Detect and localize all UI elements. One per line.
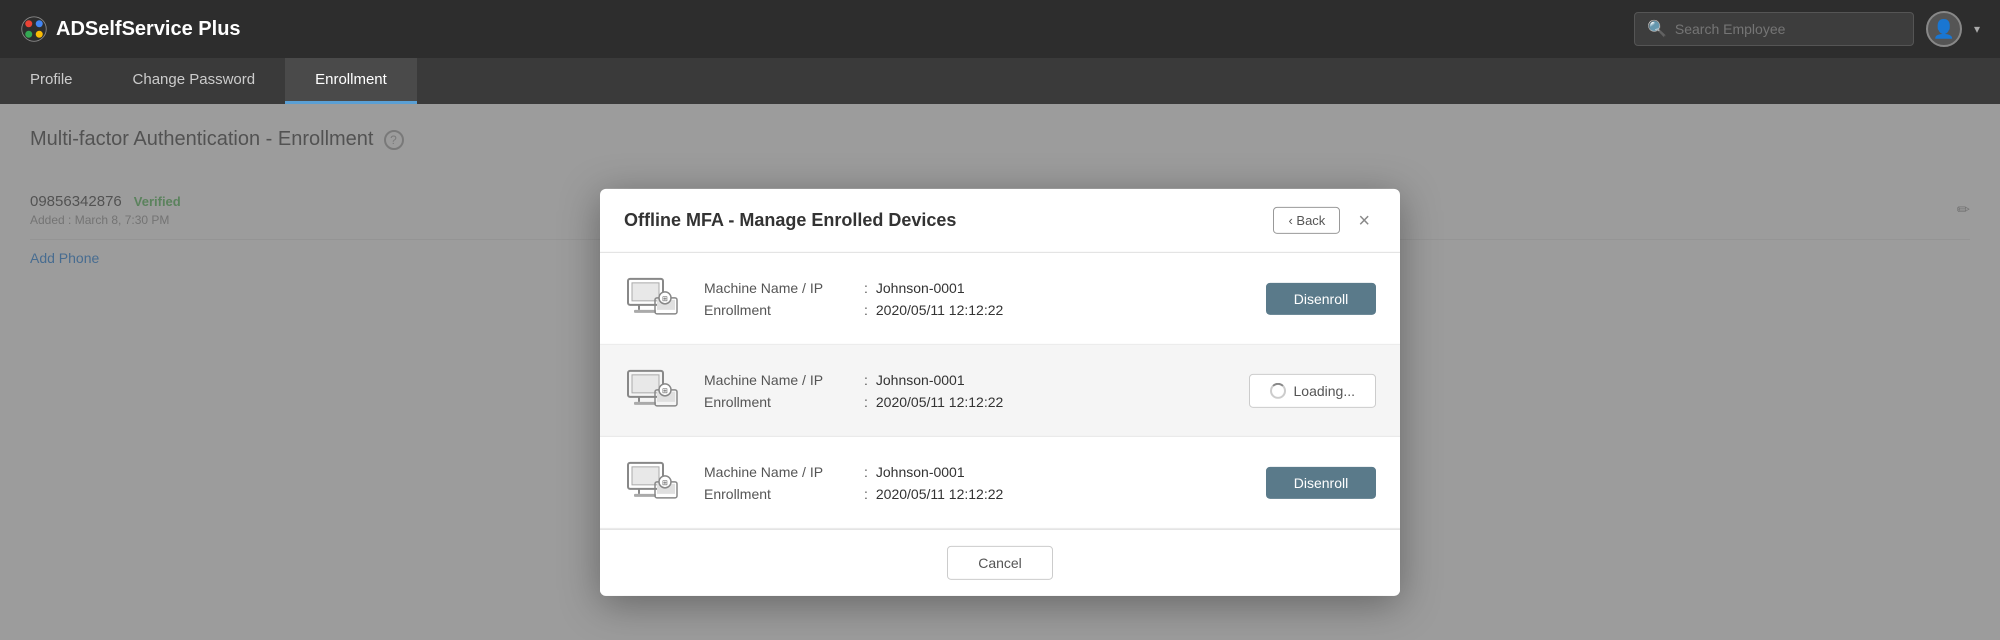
enrollment-value: 2020/05/11 12:12:22: [876, 485, 1003, 501]
search-box[interactable]: 🔍: [1634, 12, 1914, 46]
user-avatar[interactable]: 👤: [1926, 11, 1962, 47]
machine-name-label: Machine Name / IP: [704, 371, 864, 387]
cancel-button[interactable]: Cancel: [947, 546, 1053, 580]
enrollment-label: Enrollment: [704, 485, 864, 501]
main-content: Multi-factor Authentication - Enrollment…: [0, 104, 2000, 640]
enrollment-value: 2020/05/11 12:12:22: [876, 393, 1003, 409]
close-button[interactable]: ×: [1352, 208, 1376, 232]
svg-text:⊞: ⊞: [662, 479, 668, 486]
navbar: ADSelfService Plus 🔍 👤 ▾: [0, 0, 2000, 58]
brand: ADSelfService Plus: [20, 15, 241, 43]
modal-header: Offline MFA - Manage Enrolled Devices ‹ …: [600, 189, 1400, 253]
device-list: ⊞ Machine Name / IP : Johnson-0001 Enrol…: [600, 253, 1400, 529]
navbar-right: 🔍 👤 ▾: [1634, 11, 1980, 47]
device-item: ⊞ Machine Name / IP : Johnson-0001 Enrol…: [600, 437, 1400, 529]
search-input[interactable]: [1675, 21, 1901, 37]
loading-indicator: Loading...: [1249, 373, 1377, 407]
device-info-3: Machine Name / IP : Johnson-0001 Enrollm…: [704, 463, 1246, 501]
device-icon-2: ⊞: [624, 363, 684, 418]
machine-name-value: Johnson-0001: [876, 279, 965, 295]
enrollment-value: 2020/05/11 12:12:22: [876, 301, 1003, 317]
machine-name-value: Johnson-0001: [876, 371, 965, 387]
tab-enrollment[interactable]: Enrollment: [285, 58, 417, 104]
tab-profile[interactable]: Profile: [0, 58, 103, 104]
modal-footer: Cancel: [600, 529, 1400, 596]
brand-name: ADSelfService Plus: [56, 18, 241, 41]
modal-title: Offline MFA - Manage Enrolled Devices: [624, 210, 956, 231]
machine-name-label: Machine Name / IP: [704, 463, 864, 479]
spinner-icon: [1270, 382, 1286, 398]
enrollment-label: Enrollment: [704, 393, 864, 409]
device-info-2: Machine Name / IP : Johnson-0001 Enrollm…: [704, 371, 1229, 409]
modal-dialog: Offline MFA - Manage Enrolled Devices ‹ …: [600, 189, 1400, 596]
disenroll-button-1[interactable]: Disenroll: [1266, 282, 1376, 314]
enrollment-label: Enrollment: [704, 301, 864, 317]
tab-bar: Profile Change Password Enrollment: [0, 58, 2000, 104]
disenroll-button-3[interactable]: Disenroll: [1266, 466, 1376, 498]
tab-change-password[interactable]: Change Password: [103, 58, 286, 104]
device-info-1: Machine Name / IP : Johnson-0001 Enrollm…: [704, 279, 1246, 317]
machine-name-value: Johnson-0001: [876, 463, 965, 479]
svg-text:⊞: ⊞: [662, 295, 668, 302]
search-icon: 🔍: [1647, 19, 1667, 39]
device-icon-1: ⊞: [624, 271, 684, 326]
device-item: ⊞ Machine Name / IP : Johnson-0001 Enrol…: [600, 345, 1400, 437]
device-item: ⊞ Machine Name / IP : Johnson-0001 Enrol…: [600, 253, 1400, 345]
brand-logo: [20, 15, 48, 43]
avatar-chevron: ▾: [1974, 22, 1980, 36]
back-button[interactable]: ‹ Back: [1273, 207, 1340, 234]
modal-header-actions: ‹ Back ×: [1273, 207, 1376, 234]
device-icon-3: ⊞: [624, 455, 684, 510]
svg-text:⊞: ⊞: [662, 387, 668, 394]
machine-name-label: Machine Name / IP: [704, 279, 864, 295]
